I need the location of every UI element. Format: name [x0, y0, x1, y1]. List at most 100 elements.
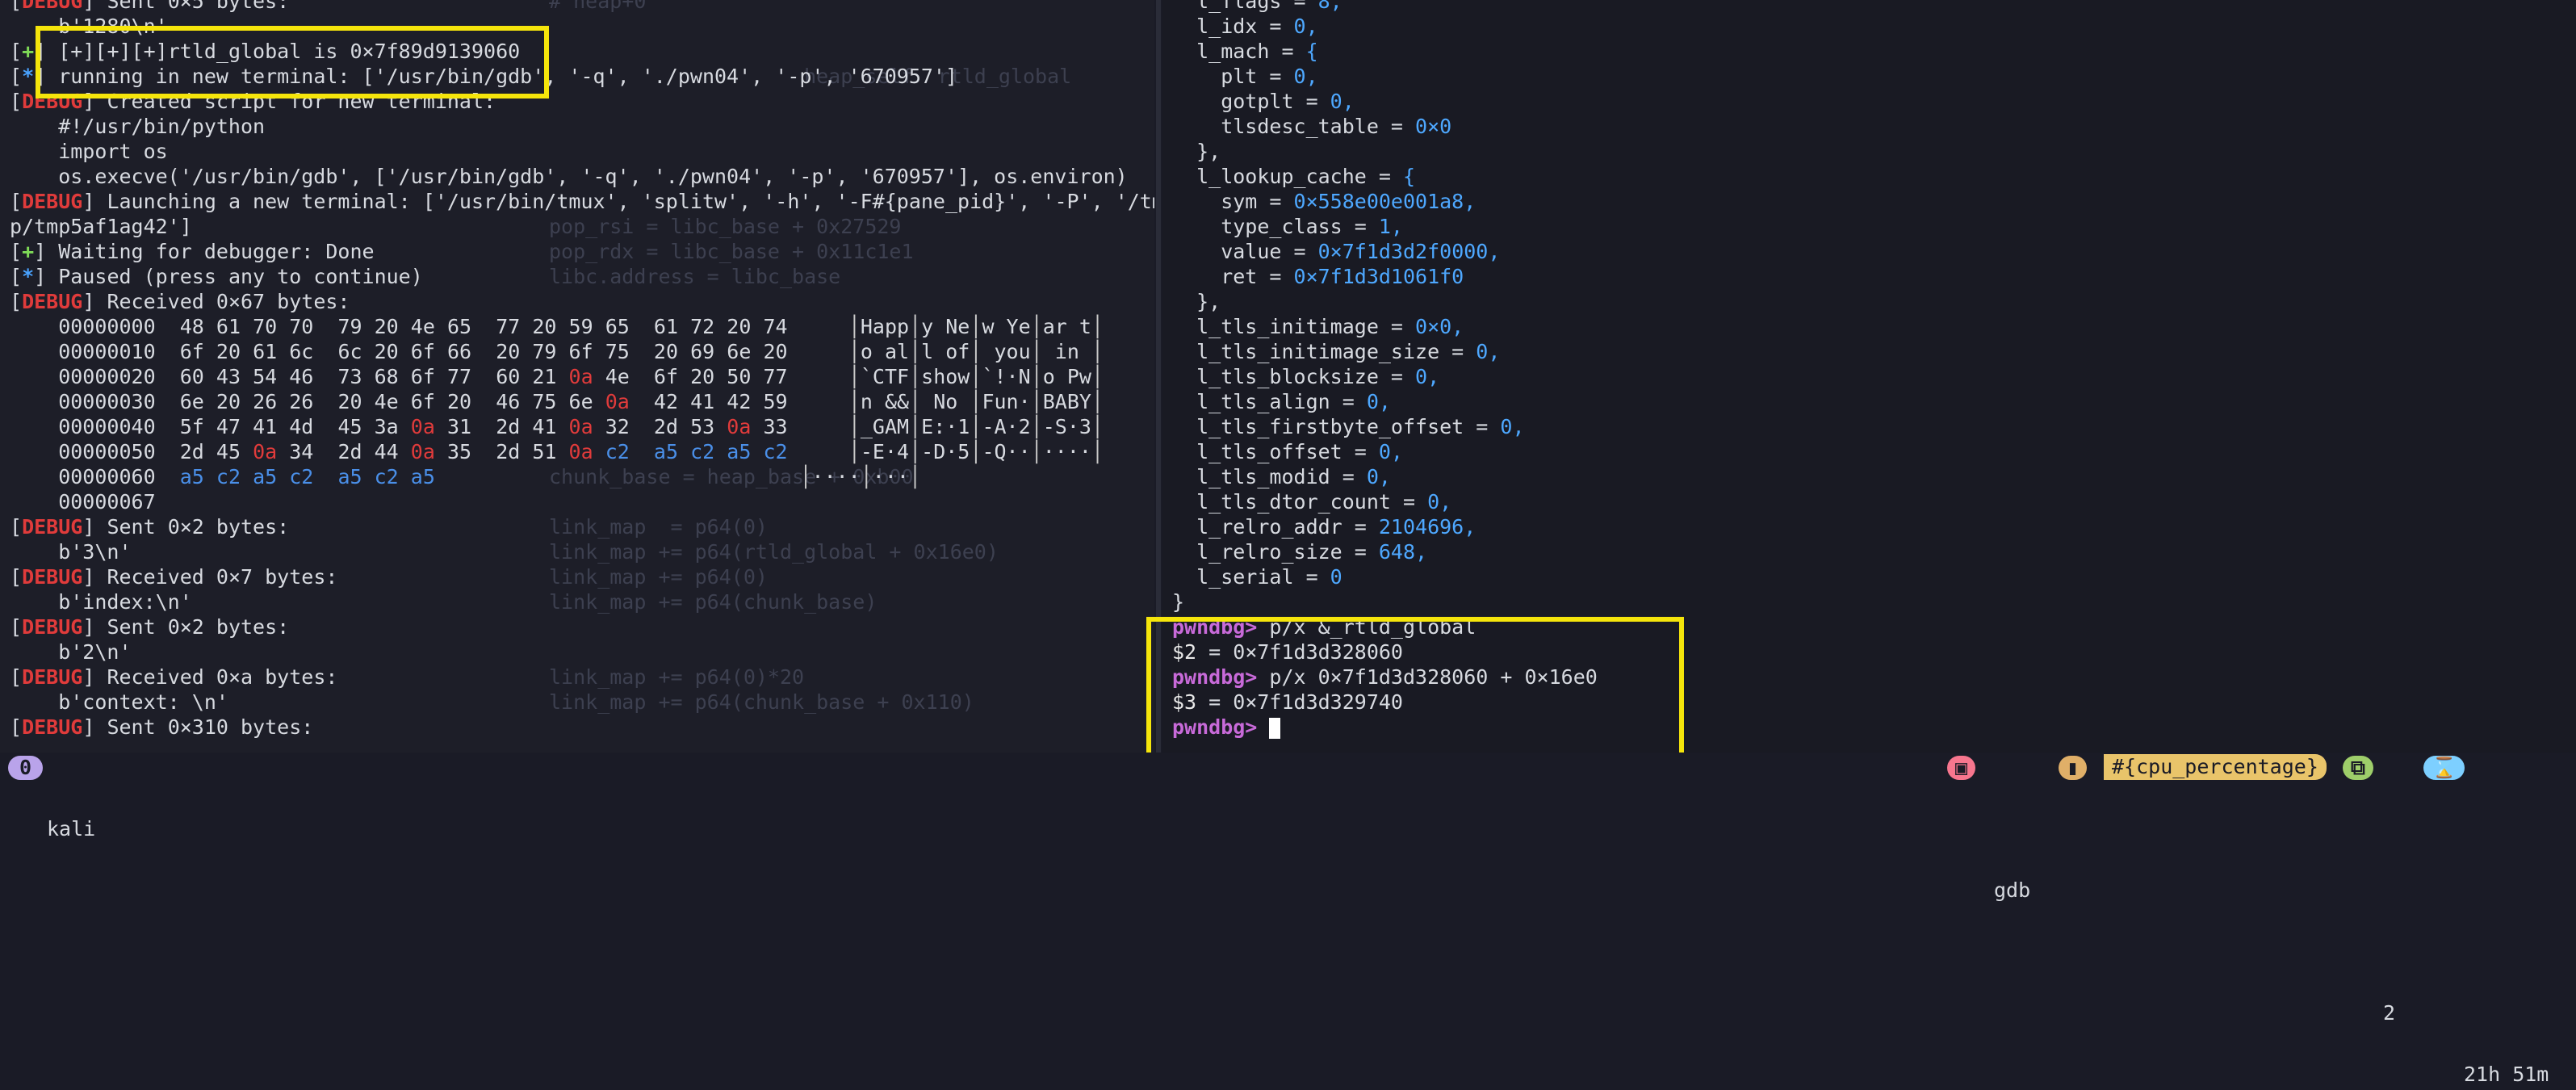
bracket: ] [82, 615, 95, 639]
hexdump-ascii: y Ne [921, 315, 970, 338]
ascii-sep: │ [909, 340, 922, 363]
hexdump-byte: 41 [532, 415, 557, 438]
field-name: l_serial = [1172, 565, 1330, 589]
hexdump-byte: 41 [253, 415, 278, 438]
log-text: Launching a new terminal: ['/usr/bin/tmu… [94, 190, 1154, 213]
field-value: 0, [1293, 15, 1318, 38]
ascii-sep: │ [1030, 415, 1043, 438]
log-text: Received 0×67 bytes: [94, 290, 350, 313]
hexdump-byte: 77 [496, 315, 521, 338]
log-line: b'3\n' [10, 539, 1154, 564]
struct-field-line: l_tls_blocksize = 0, [1172, 364, 1598, 389]
hexdump-ascii: No [921, 390, 970, 413]
field-value: 0×7f1d3d1061f0 [1293, 265, 1464, 288]
field-name: l_tls_initimage = [1172, 315, 1416, 338]
hexdump-ascii: _GAM [860, 415, 910, 438]
left-terminal-pane[interactable]: # heap+0 heap_self rtld_global pop_rsi = … [0, 0, 1154, 753]
window-name[interactable]: gdb [1994, 875, 2030, 906]
hexdump-byte: 6f [410, 340, 435, 363]
hexdump-offset: 00000067 [10, 490, 180, 514]
field-value: { [1402, 165, 1416, 188]
hexdump-byte: c2 [763, 440, 788, 463]
session-index-badge: 0 [8, 756, 44, 780]
log-line: os.execve('/usr/bin/gdb', ['/usr/bin/gdb… [10, 164, 1154, 189]
hexdump-byte: 61 [653, 315, 679, 338]
hexdump-byte: 4e [605, 365, 630, 388]
hexdump-byte: 3a [374, 415, 399, 438]
struct-field-line: l_serial = 0 [1172, 564, 1598, 589]
bracket: [ [10, 65, 23, 88]
field-value: { [1305, 40, 1318, 63]
struct-field-line: value = 0×7f1d3d2f0000, [1172, 239, 1598, 264]
struct-field-line: gotplt = 0, [1172, 89, 1598, 114]
log-level-tag: DEBUG [22, 715, 83, 739]
hexdump-ascii: -Q·· [982, 440, 1031, 463]
hexdump-byte: 6c [289, 340, 314, 363]
hexdump-ascii: o Pw [1042, 365, 1091, 388]
clock: 21h 51m [2464, 1063, 2549, 1086]
ascii-sep: │ [1030, 390, 1043, 413]
hexdump-row: 00000010 6f 20 61 6c 6c 20 6f 66 20 79 6… [10, 339, 1154, 364]
bracket: ] [82, 0, 95, 13]
hexdump-byte: 20 [763, 340, 788, 363]
hexdump-byte: 75 [532, 390, 557, 413]
field-value: 0, [1330, 90, 1355, 113]
hexdump-ascii: in [1042, 340, 1091, 363]
hexdump-byte: 48 [179, 315, 204, 338]
ascii-sep: │ [1091, 340, 1104, 363]
log-level-tag: * [22, 65, 35, 88]
struct-field-line: } [1172, 589, 1598, 614]
field-name: type_class = [1172, 215, 1379, 238]
ascii-sep: │ [848, 340, 861, 363]
hexdump-byte: c2 [605, 440, 630, 463]
struct-field-line: l_idx = 0, [1172, 14, 1598, 39]
hexdump-ascii: E:·1 [921, 415, 970, 438]
hexdump-byte: c2 [289, 465, 314, 488]
field-name: ret = [1172, 265, 1294, 288]
hexdump-byte: 65 [446, 315, 472, 338]
hexdump-byte: 47 [216, 415, 241, 438]
hexdump-byte: 61 [253, 340, 278, 363]
hexdump-byte: 59 [763, 390, 788, 413]
hexdump-ascii: w Ye [982, 315, 1031, 338]
log-level-tag: * [22, 265, 35, 288]
hexdump-byte: 75 [605, 340, 630, 363]
log-line: [*] Paused (press any to continue) [10, 264, 1154, 289]
field-name: gotplt = [1172, 90, 1330, 113]
hexdump-byte: a5 [410, 465, 435, 488]
log-text: Waiting for debugger: Done [46, 240, 375, 263]
hexdump-byte: 20 [690, 365, 715, 388]
hexdump-byte: 77 [446, 365, 472, 388]
field-name: l_tls_dtor_count = [1172, 490, 1428, 514]
hexdump-byte: c2 [690, 440, 715, 463]
hexdump-byte: 6f [410, 365, 435, 388]
log-line: import os [10, 139, 1154, 164]
cpu-percentage: #{cpu_percentage} [2104, 754, 2327, 780]
field-name: l_tls_align = [1172, 390, 1367, 413]
hexdump-row: 00000040 5f 47 41 4d 45 3a 0a 31 2d 41 0… [10, 414, 1154, 439]
bracket: [ [10, 265, 23, 288]
ascii-sep: │ [1091, 365, 1104, 388]
